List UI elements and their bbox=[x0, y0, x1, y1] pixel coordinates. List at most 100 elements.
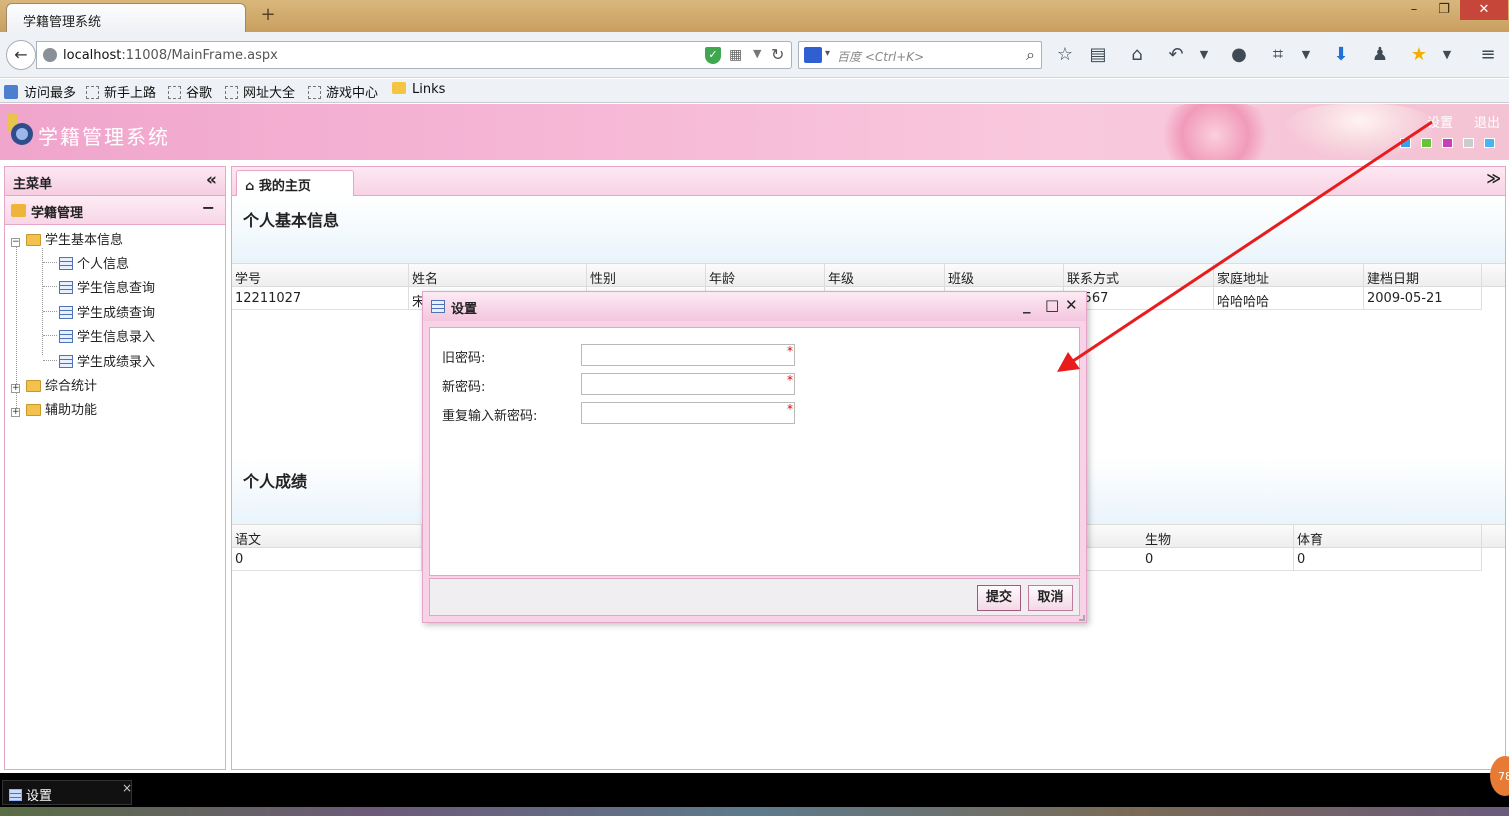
reload-icon[interactable]: ↻ bbox=[771, 45, 784, 64]
submit-button[interactable]: 提交 bbox=[977, 585, 1021, 611]
minimize-icon[interactable]: _ bbox=[1023, 296, 1031, 314]
download-icon[interactable]: ⬇ bbox=[1329, 44, 1353, 66]
theme-swatch-blue[interactable] bbox=[1400, 138, 1411, 148]
dialog-header[interactable]: 设置 _ □ ✕ bbox=[423, 292, 1086, 321]
bookmark-google[interactable]: 谷歌 bbox=[168, 82, 212, 101]
tree-item-student-query[interactable]: 学生信息查询 bbox=[59, 277, 155, 299]
tabs-menu-icon[interactable]: ≫ bbox=[1486, 171, 1501, 187]
theme-swatch-sky[interactable] bbox=[1484, 138, 1495, 148]
tree-item-personal-info[interactable]: 个人信息 bbox=[59, 253, 129, 275]
column-header[interactable]: 性别 bbox=[587, 264, 706, 286]
required-mark: * bbox=[787, 402, 793, 416]
address-bar[interactable]: localhost:11008/MainFrame.aspx ✓ ▦ ▼ ↻ bbox=[36, 41, 792, 69]
column-header[interactable]: 年级 bbox=[825, 264, 945, 286]
new-password-field[interactable] bbox=[581, 373, 795, 395]
collapse-node-icon[interactable]: − bbox=[11, 238, 20, 247]
theme-swatch-purple[interactable] bbox=[1442, 138, 1453, 148]
theme-swatch-green[interactable] bbox=[1421, 138, 1432, 148]
menu-icon[interactable]: ≡ bbox=[1476, 44, 1500, 66]
collapse-group-icon[interactable]: − bbox=[202, 198, 215, 217]
cancel-button[interactable]: 取消 bbox=[1028, 585, 1073, 611]
tree-connector bbox=[43, 262, 57, 263]
close-window-button[interactable]: ✕ bbox=[1460, 0, 1508, 20]
close-icon[interactable]: × bbox=[122, 781, 132, 795]
cup-decoration bbox=[1285, 104, 1435, 160]
column-header[interactable]: 语文 bbox=[232, 525, 422, 547]
column-header[interactable]: 学号 bbox=[232, 264, 409, 286]
chevron-down-icon[interactable]: ▾ bbox=[825, 48, 830, 59]
menu-header: 主菜单 « bbox=[5, 167, 225, 196]
maximize-icon[interactable]: □ bbox=[1045, 296, 1059, 314]
bookmark-star-icon[interactable]: ☆ bbox=[1053, 44, 1077, 66]
bookmark-getting-started[interactable]: 新手上路 bbox=[86, 82, 156, 101]
chat-icon[interactable]: ● bbox=[1227, 44, 1251, 66]
undo-icon[interactable]: ↶ bbox=[1164, 44, 1188, 66]
table-page-icon bbox=[59, 281, 73, 294]
reading-list-icon[interactable]: ▤ bbox=[1086, 44, 1110, 66]
bookmark-games[interactable]: 游戏中心 bbox=[308, 82, 378, 101]
main-menu-panel: 主菜单 « 学籍管理 − − 学生基本信息 个人信息 学生信息查询 学生成绩查询 … bbox=[4, 166, 226, 770]
bookmark-links-folder[interactable]: Links bbox=[392, 82, 445, 97]
chevron-down-icon[interactable]: ▼ bbox=[753, 47, 761, 60]
user-icon[interactable]: ♟ bbox=[1368, 44, 1392, 66]
shield-icon[interactable]: ✓ bbox=[705, 47, 721, 64]
close-icon[interactable]: ✕ bbox=[1065, 296, 1078, 314]
chevron-down-icon[interactable]: ▼ bbox=[1435, 44, 1459, 66]
column-header[interactable]: 班级 bbox=[945, 264, 1064, 286]
bookmark-most-visited[interactable]: 访问最多 bbox=[4, 82, 76, 101]
tab-title: 学籍管理系统 bbox=[23, 15, 102, 30]
column-header[interactable]: 体育 bbox=[1294, 525, 1482, 547]
maximize-button[interactable]: ❐ bbox=[1430, 0, 1458, 20]
baidu-paw-icon[interactable] bbox=[804, 47, 822, 63]
home-icon[interactable]: ⌂ bbox=[1125, 44, 1149, 66]
qr-code-icon[interactable]: ▦ bbox=[729, 47, 742, 63]
column-header[interactable]: 家庭地址 bbox=[1214, 264, 1364, 286]
column-header[interactable]: 生物 bbox=[1142, 525, 1294, 547]
tree-item-score-entry[interactable]: 学生成绩录入 bbox=[59, 351, 155, 373]
logo-icon bbox=[8, 114, 33, 145]
settings-link[interactable]: 设置 bbox=[1427, 112, 1453, 131]
tree-node-statistics[interactable]: + 综合统计 bbox=[11, 375, 97, 397]
old-password-field[interactable] bbox=[581, 344, 795, 366]
table-page-icon bbox=[59, 306, 73, 319]
tree-node-student-basic[interactable]: − 学生基本信息 bbox=[11, 229, 123, 251]
globe-icon bbox=[43, 48, 57, 62]
repeat-password-field[interactable] bbox=[581, 402, 795, 424]
theme-swatch-gray[interactable] bbox=[1463, 138, 1474, 148]
logout-link[interactable]: 退出 bbox=[1474, 112, 1500, 131]
collapse-panel-icon[interactable]: « bbox=[206, 170, 217, 190]
search-input[interactable]: 百度 <Ctrl+K> bbox=[837, 48, 924, 65]
table-cell: 哈哈哈哈 bbox=[1214, 287, 1364, 309]
dialog-footer: 提交 取消 bbox=[429, 578, 1080, 616]
tree-node-auxiliary[interactable]: + 辅助功能 bbox=[11, 399, 97, 421]
info-grid-header: 学号 姓名 性别 年龄 年级 班级 联系方式 家庭地址 建档日期 bbox=[232, 263, 1505, 287]
column-header[interactable]: 姓名 bbox=[409, 264, 587, 286]
column-header[interactable]: 联系方式 bbox=[1064, 264, 1214, 286]
expand-node-icon[interactable]: + bbox=[11, 384, 20, 393]
url-text[interactable]: localhost:11008/MainFrame.aspx bbox=[63, 48, 278, 63]
chevron-down-icon[interactable]: ▼ bbox=[1192, 44, 1216, 66]
tree-connector bbox=[42, 248, 43, 355]
tree-item-score-query[interactable]: 学生成绩查询 bbox=[59, 302, 155, 324]
chevron-down-icon[interactable]: ▼ bbox=[1294, 44, 1318, 66]
bookmark-directory[interactable]: 网址大全 bbox=[225, 82, 295, 101]
menu-group-student-records[interactable]: 学籍管理 − bbox=[5, 196, 225, 225]
new-tab-button[interactable]: + bbox=[258, 5, 278, 25]
favorites-icon[interactable]: ★ bbox=[1407, 44, 1431, 66]
tab-home[interactable]: ⌂ 我的主页 bbox=[236, 170, 354, 196]
taskbar-item-settings[interactable]: 设置 × bbox=[2, 780, 132, 805]
resize-handle[interactable] bbox=[1079, 615, 1085, 621]
column-header[interactable]: 年龄 bbox=[706, 264, 825, 286]
crop-icon[interactable]: ⌗ bbox=[1266, 44, 1290, 66]
browser-tab[interactable]: 学籍管理系统 bbox=[6, 3, 246, 32]
tree-item-student-entry[interactable]: 学生信息录入 bbox=[59, 326, 155, 348]
expand-node-icon[interactable]: + bbox=[11, 408, 20, 417]
back-button[interactable]: ← bbox=[6, 40, 36, 70]
column-header[interactable]: 建档日期 bbox=[1364, 264, 1482, 286]
settings-dialog: 设置 _ □ ✕ 旧密码: * 新密码: * 重复输入新密码: * 提交 取消 bbox=[422, 291, 1087, 623]
minimize-button[interactable]: – bbox=[1400, 0, 1428, 20]
page-icon bbox=[225, 86, 238, 99]
folder-icon bbox=[26, 380, 41, 392]
search-box[interactable]: ▾ 百度 <Ctrl+K> ⌕ bbox=[798, 41, 1042, 69]
search-icon[interactable]: ⌕ bbox=[1026, 45, 1035, 65]
